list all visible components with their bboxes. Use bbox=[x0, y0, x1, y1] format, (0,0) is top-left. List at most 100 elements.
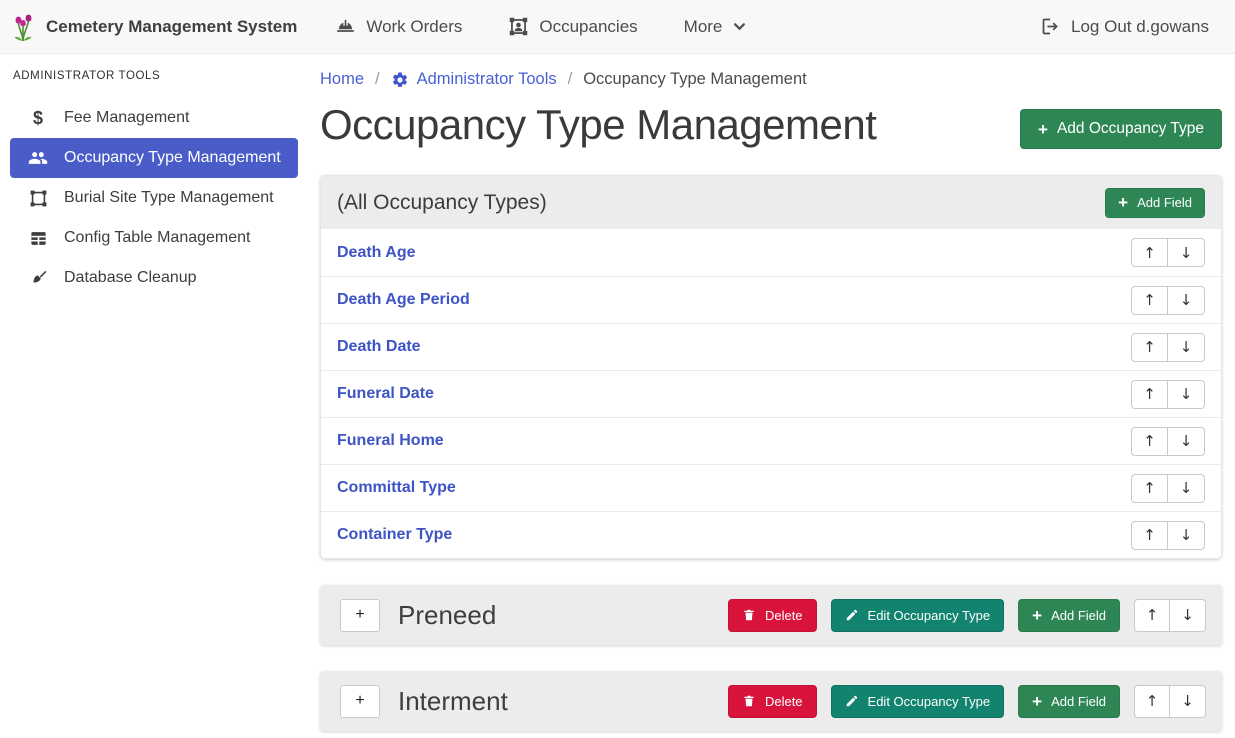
field-link[interactable]: Death Date bbox=[337, 338, 421, 356]
app-title: Cemetery Management System bbox=[46, 17, 297, 37]
gear-icon bbox=[391, 71, 409, 89]
reorder-buttons: ↑ ↓ bbox=[1134, 599, 1206, 632]
add-field-button[interactable]: + Add Field bbox=[1018, 599, 1120, 632]
arrow-down-icon: ↓ bbox=[1180, 479, 1193, 497]
add-field-button[interactable]: + Add Field bbox=[1018, 685, 1120, 718]
field-row: Death Age ↑ ↓ bbox=[321, 229, 1221, 276]
edit-occupancy-type-button[interactable]: Edit Occupancy Type bbox=[831, 599, 1005, 632]
logout-button[interactable]: Log Out d.gowans bbox=[1040, 16, 1209, 37]
occupancy-type-section-interment: + Interment Delete Edit Occupancy Type +… bbox=[320, 671, 1222, 731]
dollar-icon: $ bbox=[26, 108, 50, 129]
arrow-down-icon: ↓ bbox=[1180, 385, 1193, 403]
reorder-buttons: ↑ ↓ bbox=[1131, 521, 1205, 550]
move-up-button[interactable]: ↑ bbox=[1131, 474, 1168, 503]
reorder-buttons: ↑ ↓ bbox=[1131, 286, 1205, 315]
occupancy-type-section-preneed: + Preneed Delete Edit Occupancy Type + A… bbox=[320, 585, 1222, 645]
move-up-button[interactable]: ↑ bbox=[1131, 333, 1168, 362]
delete-button[interactable]: Delete bbox=[728, 599, 817, 632]
delete-button[interactable]: Delete bbox=[728, 685, 817, 718]
all-occupancy-types-card: (All Occupancy Types) + Add Field Death … bbox=[320, 175, 1222, 559]
occupancies-icon bbox=[508, 16, 529, 37]
field-link[interactable]: Funeral Date bbox=[337, 385, 434, 403]
arrow-up-icon: ↑ bbox=[1143, 338, 1156, 356]
sidebar-heading: ADMINISTRATOR TOOLS bbox=[0, 60, 308, 98]
breadcrumb-home[interactable]: Home bbox=[320, 70, 364, 89]
move-down-button[interactable]: ↓ bbox=[1168, 474, 1205, 503]
plus-icon: + bbox=[355, 692, 364, 710]
nav-occupancies[interactable]: Occupancies bbox=[508, 16, 637, 37]
add-field-label: Add Field bbox=[1137, 195, 1192, 210]
move-up-button[interactable]: ↑ bbox=[1134, 685, 1170, 718]
plus-icon: + bbox=[1032, 693, 1042, 710]
delete-label: Delete bbox=[765, 608, 803, 623]
move-up-button[interactable]: ↑ bbox=[1131, 521, 1168, 550]
field-link[interactable]: Container Type bbox=[337, 526, 452, 544]
move-down-button[interactable]: ↓ bbox=[1170, 685, 1206, 718]
breadcrumb-admin-tools-label: Administrator Tools bbox=[417, 70, 557, 89]
arrow-down-icon: ↓ bbox=[1180, 526, 1193, 544]
arrow-down-icon: ↓ bbox=[1180, 291, 1193, 309]
delete-label: Delete bbox=[765, 694, 803, 709]
move-up-button[interactable]: ↑ bbox=[1131, 380, 1168, 409]
move-up-button[interactable]: ↑ bbox=[1131, 427, 1168, 456]
field-link[interactable]: Death Age bbox=[337, 244, 416, 262]
plus-icon: + bbox=[1032, 607, 1042, 624]
field-link[interactable]: Funeral Home bbox=[337, 432, 444, 450]
edit-occupancy-type-button[interactable]: Edit Occupancy Type bbox=[831, 685, 1005, 718]
sidebar-item-config-table-management[interactable]: Config Table Management bbox=[10, 218, 298, 258]
sidebar-item-burial-site-type-management[interactable]: Burial Site Type Management bbox=[10, 178, 298, 218]
top-navbar: Cemetery Management System Work Orders O… bbox=[0, 0, 1235, 54]
logout-icon bbox=[1040, 16, 1061, 37]
section-title: Preneed bbox=[398, 600, 714, 631]
move-down-button[interactable]: ↓ bbox=[1168, 427, 1205, 456]
arrow-down-icon: ↓ bbox=[1180, 338, 1193, 356]
move-down-button[interactable]: ↓ bbox=[1170, 599, 1206, 632]
pencil-icon bbox=[845, 608, 859, 622]
field-link[interactable]: Committal Type bbox=[337, 479, 456, 497]
add-occupancy-type-label: Add Occupancy Type bbox=[1057, 120, 1204, 138]
arrow-down-icon: ↓ bbox=[1180, 432, 1193, 450]
move-up-button[interactable]: ↑ bbox=[1131, 286, 1168, 315]
nav-more-label: More bbox=[684, 17, 723, 37]
arrow-up-icon: ↑ bbox=[1143, 479, 1156, 497]
move-down-button[interactable]: ↓ bbox=[1168, 521, 1205, 550]
move-up-button[interactable]: ↑ bbox=[1134, 599, 1170, 632]
expand-button[interactable]: + bbox=[340, 599, 380, 632]
arrow-down-icon: ↓ bbox=[1181, 692, 1194, 710]
plus-icon: + bbox=[355, 606, 364, 624]
move-down-button[interactable]: ↓ bbox=[1168, 380, 1205, 409]
main-content: Home / Administrator Tools / Occupancy T… bbox=[308, 54, 1235, 738]
sidebar-item-occupancy-type-management[interactable]: Occupancy Type Management bbox=[10, 138, 298, 178]
edit-occupancy-type-label: Edit Occupancy Type bbox=[868, 608, 991, 623]
nav-work-orders[interactable]: Work Orders bbox=[335, 16, 462, 37]
edit-occupancy-type-label: Edit Occupancy Type bbox=[868, 694, 991, 709]
arrow-up-icon: ↑ bbox=[1143, 432, 1156, 450]
field-row: Death Age Period ↑ ↓ bbox=[321, 276, 1221, 323]
expand-button[interactable]: + bbox=[340, 685, 380, 718]
field-row: Death Date ↑ ↓ bbox=[321, 323, 1221, 370]
breadcrumb-separator: / bbox=[568, 70, 573, 89]
breadcrumb-current: Occupancy Type Management bbox=[583, 70, 807, 89]
arrow-up-icon: ↑ bbox=[1143, 526, 1156, 544]
sidebar-item-database-cleanup[interactable]: Database Cleanup bbox=[10, 258, 298, 298]
move-down-button[interactable]: ↓ bbox=[1168, 333, 1205, 362]
sidebar-item-fee-management[interactable]: $ Fee Management bbox=[10, 98, 298, 138]
add-occupancy-type-button[interactable]: + Add Occupancy Type bbox=[1020, 109, 1222, 149]
reorder-buttons: ↑ ↓ bbox=[1131, 333, 1205, 362]
field-link[interactable]: Death Age Period bbox=[337, 291, 470, 309]
breadcrumb-admin-tools[interactable]: Administrator Tools bbox=[391, 70, 557, 89]
nav-occupancies-label: Occupancies bbox=[539, 17, 637, 37]
add-field-label: Add Field bbox=[1051, 608, 1106, 623]
hard-hat-icon bbox=[335, 16, 356, 37]
arrow-up-icon: ↑ bbox=[1143, 244, 1156, 262]
add-field-button[interactable]: + Add Field bbox=[1105, 188, 1205, 218]
breadcrumb: Home / Administrator Tools / Occupancy T… bbox=[320, 70, 1222, 89]
app-brand[interactable]: Cemetery Management System bbox=[12, 12, 297, 42]
arrow-up-icon: ↑ bbox=[1146, 606, 1159, 624]
move-down-button[interactable]: ↓ bbox=[1168, 286, 1205, 315]
users-icon bbox=[26, 148, 50, 168]
move-up-button[interactable]: ↑ bbox=[1131, 238, 1168, 267]
nav-more[interactable]: More bbox=[684, 17, 748, 37]
field-row: Container Type ↑ ↓ bbox=[321, 511, 1221, 558]
move-down-button[interactable]: ↓ bbox=[1168, 238, 1205, 267]
